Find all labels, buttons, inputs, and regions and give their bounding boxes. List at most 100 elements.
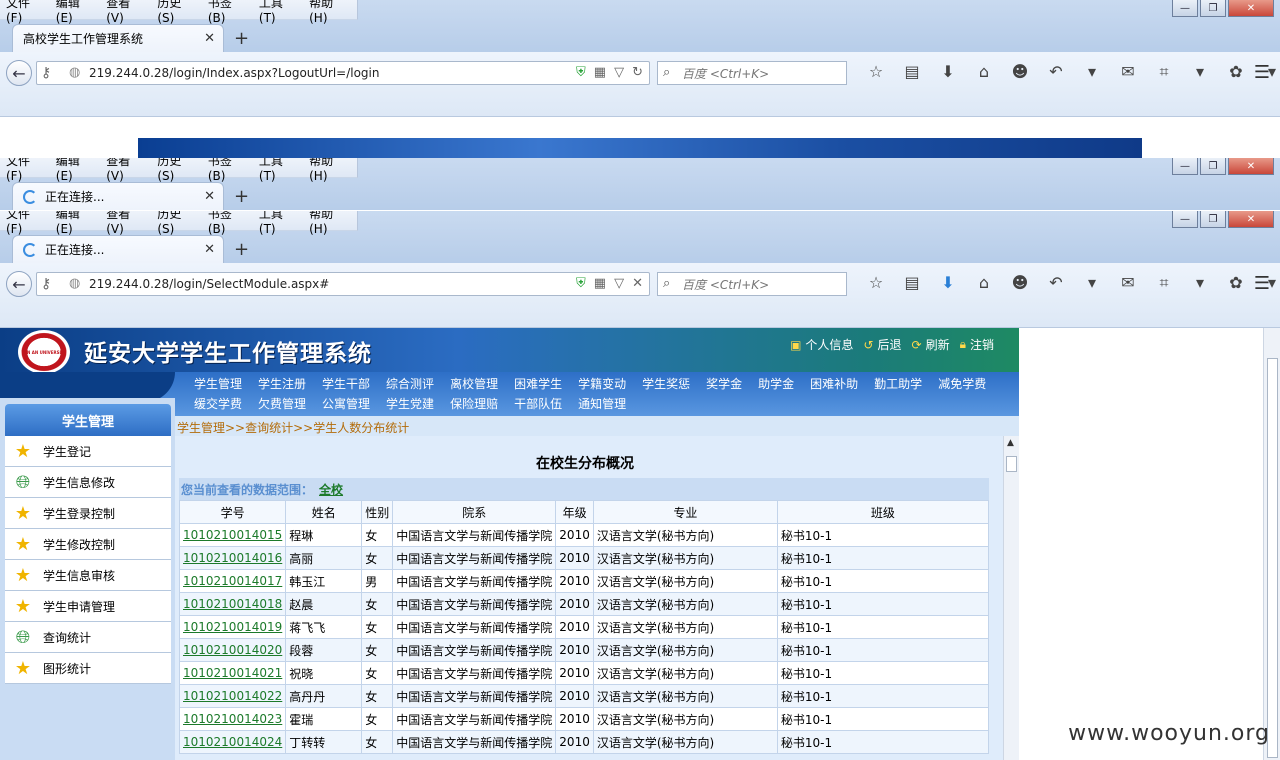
nav-item[interactable]: 综合测评: [386, 375, 434, 392]
restore-button[interactable]: ❐: [1200, 211, 1226, 228]
nav-item[interactable]: 缓交学费: [194, 395, 242, 412]
nav-item[interactable]: 困难补助: [810, 375, 858, 392]
menu-tools[interactable]: 工具(T): [259, 158, 299, 183]
minimize-button[interactable]: —: [1172, 0, 1198, 17]
nav-item[interactable]: 保险理赔: [450, 395, 498, 412]
close-window-button[interactable]: ✕: [1228, 158, 1274, 175]
menu-file[interactable]: 文件(F): [6, 158, 46, 183]
reading-list-icon[interactable]: ▤: [894, 273, 930, 293]
nav-item[interactable]: 减免学费: [938, 375, 986, 392]
menu-view[interactable]: 查看(V): [106, 0, 147, 25]
nav-item[interactable]: 公寓管理: [322, 395, 370, 412]
undo-icon[interactable]: ↶: [1038, 273, 1074, 293]
undo-icon[interactable]: ↶: [1038, 62, 1074, 82]
nav-item[interactable]: 困难学生: [514, 375, 562, 392]
nav-item[interactable]: 学生奖惩: [642, 375, 690, 392]
menu-edit[interactable]: 编辑(E): [56, 0, 96, 25]
logout-link[interactable]: 🔒︎ 注销: [960, 336, 994, 353]
sidebar-item-login-control[interactable]: ★ 学生登录控制: [5, 498, 171, 529]
close-tab-icon[interactable]: ✕: [204, 189, 215, 204]
cell-student-id[interactable]: 1010210014018: [178, 592, 287, 616]
dropdown-icon[interactable]: ▽: [614, 276, 624, 291]
url-bar[interactable]: ⚷ ◍ 219.244.0.28/login/Index.aspx?Logout…: [36, 61, 650, 85]
nav-item[interactable]: 离校管理: [450, 375, 498, 392]
dropdown-icon[interactable]: ▽: [614, 65, 624, 80]
qr-icon[interactable]: ▦: [594, 65, 606, 80]
search-input[interactable]: ⌕ 百度 <Ctrl+K>: [657, 61, 847, 85]
download-icon[interactable]: ⬇: [930, 273, 966, 293]
sidebar-item-query-stats[interactable]: 🌐︎ 查询统计: [5, 622, 171, 653]
menu-view[interactable]: 查看(V): [106, 158, 147, 183]
refresh-link[interactable]: ⟳ 刷新: [912, 336, 950, 353]
cell-student-id[interactable]: 1010210014021: [178, 661, 287, 685]
close-tab-icon[interactable]: ✕: [204, 31, 215, 46]
nav-item[interactable]: 学籍变动: [578, 375, 626, 392]
menu-bookmarks[interactable]: 书签(B): [208, 0, 249, 25]
cell-student-id[interactable]: 1010210014019: [178, 615, 287, 639]
menu-view[interactable]: 查看(V): [106, 211, 147, 236]
sidebar-item-edit-control[interactable]: ★ 学生修改控制: [5, 529, 171, 560]
back-button[interactable]: ←: [6, 60, 32, 86]
menu-history[interactable]: 历史(S): [157, 158, 197, 183]
sidebar-item-chart-stats[interactable]: ★ 图形统计: [5, 653, 171, 684]
new-tab-button[interactable]: +: [234, 186, 249, 207]
close-window-button[interactable]: ✕: [1228, 211, 1274, 228]
sidebar-item-info-review[interactable]: ★ 学生信息审核: [5, 560, 171, 591]
dropdown-icon[interactable]: ▾: [1074, 62, 1110, 82]
nav-item[interactable]: 学生管理: [194, 375, 242, 392]
tab-active[interactable]: 正在连接... ✕: [12, 182, 224, 210]
bookmark-star-icon[interactable]: ☆: [858, 273, 894, 293]
menu-help[interactable]: 帮助(H): [309, 158, 351, 183]
hamburger-menu-icon[interactable]: ☰: [1254, 273, 1270, 294]
chat-icon[interactable]: ☻: [1002, 273, 1038, 293]
scroll-up-icon[interactable]: ▲: [1007, 438, 1014, 448]
crop-icon[interactable]: ⌗: [1146, 273, 1182, 293]
scroll-thumb[interactable]: [1006, 456, 1017, 472]
inner-scrollbar[interactable]: ▲: [1003, 436, 1019, 760]
tab-active[interactable]: 正在连接... ✕: [12, 235, 224, 263]
comment-icon[interactable]: ✉: [1110, 273, 1146, 293]
back-button[interactable]: ←: [6, 271, 32, 297]
minimize-button[interactable]: —: [1172, 211, 1198, 228]
sidebar-item-register[interactable]: ★ 学生登记: [5, 436, 171, 467]
menu-help[interactable]: 帮助(H): [309, 211, 351, 236]
home-icon[interactable]: ⌂: [966, 62, 1002, 82]
nav-item[interactable]: 奖学金: [706, 375, 742, 392]
search-input[interactable]: ⌕ 百度 <Ctrl+K>: [657, 272, 847, 296]
restore-button[interactable]: ❐: [1200, 0, 1226, 17]
url-bar[interactable]: ⚷ ◍ 219.244.0.28/login/SelectModule.aspx…: [36, 272, 650, 296]
menu-bookmarks[interactable]: 书签(B): [208, 211, 249, 236]
menu-history[interactable]: 历史(S): [157, 0, 197, 25]
reload-icon[interactable]: ↻: [632, 65, 643, 80]
cell-student-id[interactable]: 1010210014020: [178, 638, 287, 662]
minimize-button[interactable]: —: [1172, 158, 1198, 175]
shield-icon[interactable]: ⛨: [576, 65, 586, 80]
hamburger-menu-icon[interactable]: ☰: [1254, 62, 1270, 83]
menu-edit[interactable]: 编辑(E): [56, 158, 96, 183]
new-tab-button[interactable]: +: [234, 239, 249, 260]
menu-tools[interactable]: 工具(T): [259, 0, 299, 25]
profile-link[interactable]: ▣ 个人信息: [790, 336, 853, 353]
nav-item[interactable]: 学生注册: [258, 375, 306, 392]
menu-file[interactable]: 文件(F): [6, 211, 46, 236]
scroll-thumb[interactable]: [1267, 358, 1278, 758]
nav-item[interactable]: 学生干部: [322, 375, 370, 392]
close-window-button[interactable]: ✕: [1228, 0, 1274, 17]
cell-student-id[interactable]: 1010210014016: [178, 546, 287, 570]
chat-icon[interactable]: ☻: [1002, 62, 1038, 82]
new-tab-button[interactable]: +: [234, 28, 249, 49]
nav-item[interactable]: 助学金: [758, 375, 794, 392]
nav-item[interactable]: 勤工助学: [874, 375, 922, 392]
cell-student-id[interactable]: 1010210014022: [178, 684, 287, 708]
comment-icon[interactable]: ✉: [1110, 62, 1146, 82]
reading-list-icon[interactable]: ▤: [894, 62, 930, 82]
dropdown-icon[interactable]: ▾: [1074, 273, 1110, 293]
dropdown-icon[interactable]: ▾: [1182, 273, 1218, 293]
bookmark-star-icon[interactable]: ☆: [858, 62, 894, 82]
nav-item[interactable]: 欠费管理: [258, 395, 306, 412]
menu-help[interactable]: 帮助(H): [309, 0, 351, 25]
menu-edit[interactable]: 编辑(E): [56, 211, 96, 236]
extension-icon[interactable]: ✿: [1218, 62, 1254, 82]
crop-icon[interactable]: ⌗: [1146, 62, 1182, 82]
stop-icon[interactable]: ✕: [632, 276, 643, 291]
